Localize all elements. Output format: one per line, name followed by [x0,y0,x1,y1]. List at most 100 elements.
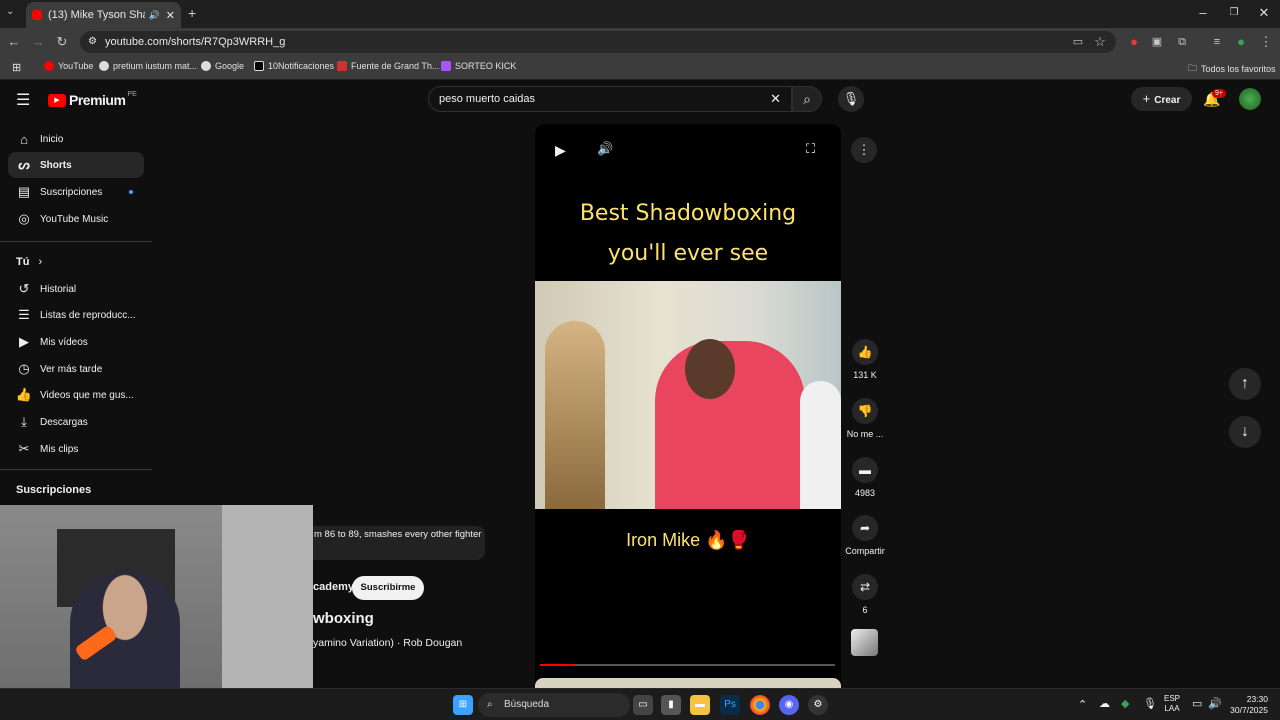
next-short-button[interactable]: ↓ [1229,416,1261,448]
minimize-icon[interactable]: – [1193,5,1213,20]
reload-icon[interactable]: ↻ [54,34,70,50]
network-icon[interactable]: ▭ [1192,697,1202,710]
notification-badge: 9+ [1212,89,1226,98]
subscriptions-section-title: Suscripciones [16,484,92,496]
like-button[interactable]: 👍 131 K [844,339,886,380]
reading-list-icon[interactable]: ≡ [1209,34,1225,50]
sidebar-item-suscripciones[interactable]: ▤ Suscripciones [8,179,144,205]
progress-fill [540,664,576,666]
file-explorer-icon[interactable]: ▬ [690,695,710,715]
task-view-icon[interactable]: ▭ [633,695,653,715]
photoshop-icon[interactable]: Ps [720,695,740,715]
download-icon: ⤓ [21,414,27,429]
video-caption-top: Best Shadowboxing you'll ever see [579,201,797,266]
clear-search-icon[interactable]: ✕ [770,87,781,111]
sidebar-item-descargas[interactable]: ⤓ Descargas [8,409,144,435]
bookmark-star-icon[interactable]: ☆ [1092,34,1108,50]
comment-icon: ▬ [852,457,878,483]
restore-icon[interactable]: ❐ [1224,7,1244,18]
more-options-icon[interactable]: ⋮ [851,137,877,163]
search-button[interactable]: ⌕ [792,86,822,112]
onedrive-icon[interactable]: ☁ [1099,697,1110,710]
user-avatar[interactable] [1239,88,1261,110]
sidebar-item-listas[interactable]: ☰ Listas de reproducc... [8,302,144,328]
profile-avatar[interactable]: ● [1233,34,1249,50]
site-info-icon[interactable]: ⚙ [88,31,97,53]
sidebar-divider [0,469,152,470]
voice-search-icon[interactable]: 🎙 [838,86,864,112]
tab-close-icon[interactable]: ✕ [166,9,175,22]
sidebar-item-youtube-music[interactable]: ◎ YouTube Music [8,206,144,232]
search-input[interactable]: peso muerto caidas ✕ [428,86,792,112]
cast-icon[interactable]: ▭ [1070,34,1086,50]
dislike-button[interactable]: 👎 No me ... [844,398,886,439]
video-description[interactable]: m 86 to 89, smashes every other fighter [300,526,485,560]
audio-icon[interactable]: 🔊 [149,10,160,21]
fullscreen-icon[interactable]: ⛶ [806,141,815,157]
plus-icon: + [1142,91,1151,106]
tab-search-icon[interactable]: ⌄ [6,6,14,17]
share-button[interactable]: ➦ Compartir [844,515,886,556]
sidebar-item-shorts[interactable]: ᔕ Shorts [8,152,144,178]
discord-icon[interactable]: ◉ [779,695,799,715]
channel-name[interactable]: cademy [313,581,354,593]
new-tab-button[interactable]: + [188,5,196,21]
extension-icon[interactable]: ▣ [1149,34,1165,50]
sidebar-item-videos-gusta[interactable]: 👍 Videos que me gus... [8,382,144,408]
volume-icon[interactable]: 🔊 [597,141,613,157]
play-icon[interactable]: ▶ [555,142,566,159]
bookmark-youtube[interactable]: YouTube [44,61,93,71]
extension-red-icon[interactable]: ● [1126,34,1142,50]
sound-thumbnail[interactable] [851,629,878,656]
clock[interactable]: 23:30 30/7/2025 [1228,694,1268,716]
address-bar[interactable]: ⚙ youtube.com/shorts/R7Qp3WRRH_g [80,31,1116,53]
browser-tab[interactable]: (13) Mike Tyson Shadowbo 🔊 ✕ [26,2,181,28]
volume-tray-icon[interactable]: 🔊 [1208,697,1222,710]
all-bookmarks[interactable]: 🗀 Todos los favoritos [1188,61,1276,77]
tray-chevron-icon[interactable]: ⌃ [1078,698,1087,711]
apps-icon[interactable]: ⊞ [12,61,21,74]
youtube-favicon-icon [32,10,42,20]
sidebar-item-inicio[interactable]: ⌂ Inicio [8,126,144,152]
sidebar-item-historial[interactable]: ↺ Historial [8,276,144,302]
create-button[interactable]: + Crear [1131,87,1192,111]
bookmark-sorteo-kick[interactable]: SORTEO KICK [441,61,516,71]
taskbar-search[interactable]: ⌕ Búsqueda [478,693,630,717]
close-window-icon[interactable]: ✕ [1254,5,1274,21]
bookmark-google[interactable]: Google [201,61,244,71]
steam-icon[interactable]: ⚙ [808,695,828,715]
chrome-icon[interactable] [750,695,770,715]
you-section-title[interactable]: Tú › [16,256,42,268]
bookmark-grand-th[interactable]: Fuente de Grand Th... [337,61,439,71]
remix-icon: ⇄ [852,574,878,600]
app-icon[interactable]: ▮ [661,695,681,715]
security-icon[interactable]: ◆ [1121,697,1129,710]
previous-short-button[interactable]: ↑ [1229,368,1261,400]
sidebar-item-mis-videos[interactable]: ▶ Mis vídeos [8,329,144,355]
music-info[interactable]: yamino Variation) · Rob Dougan [313,637,462,649]
language-indicator[interactable]: ESP LAA [1164,694,1180,714]
hamburger-menu-icon[interactable]: ☰ [16,90,30,110]
video-progress-bar[interactable] [540,664,835,666]
sidebar-item-mis-clips[interactable]: ✂ Mis clips [8,436,144,462]
forward-icon[interactable]: → [30,34,46,50]
webcam-overlay [0,505,313,688]
windows-start-icon[interactable]: ⊞ [453,695,473,715]
mic-tray-icon[interactable]: 🎙 [1143,697,1157,710]
bookmark-notificaciones[interactable]: 10Notificaciones [254,61,334,71]
comments-button[interactable]: ▬ 4983 [844,457,886,498]
back-icon[interactable]: ← [6,34,22,50]
search-icon: ⌕ [487,699,493,710]
shorts-video-player[interactable]: ▶ 🔊 ⛶ Best Shadowboxing you'll ever see … [535,124,841,684]
subscribe-button[interactable]: Suscribirme [352,576,424,600]
logo-text: Premium [69,92,126,108]
playlist-icon: ☰ [18,307,30,322]
bookmark-pretium[interactable]: pretium iustum mat... [99,61,197,71]
youtube-logo[interactable]: ▶ Premium PE [48,91,137,108]
remix-button[interactable]: ⇄ 6 [844,574,886,615]
menu-dots-icon[interactable]: ⋮ [1258,34,1274,50]
person-left [545,321,605,509]
video-title[interactable]: wboxing [313,610,374,627]
sidebar-item-ver-mas-tarde[interactable]: ◷ Ver más tarde [8,356,144,382]
puzzle-icon[interactable]: ⧉ [1174,34,1190,50]
